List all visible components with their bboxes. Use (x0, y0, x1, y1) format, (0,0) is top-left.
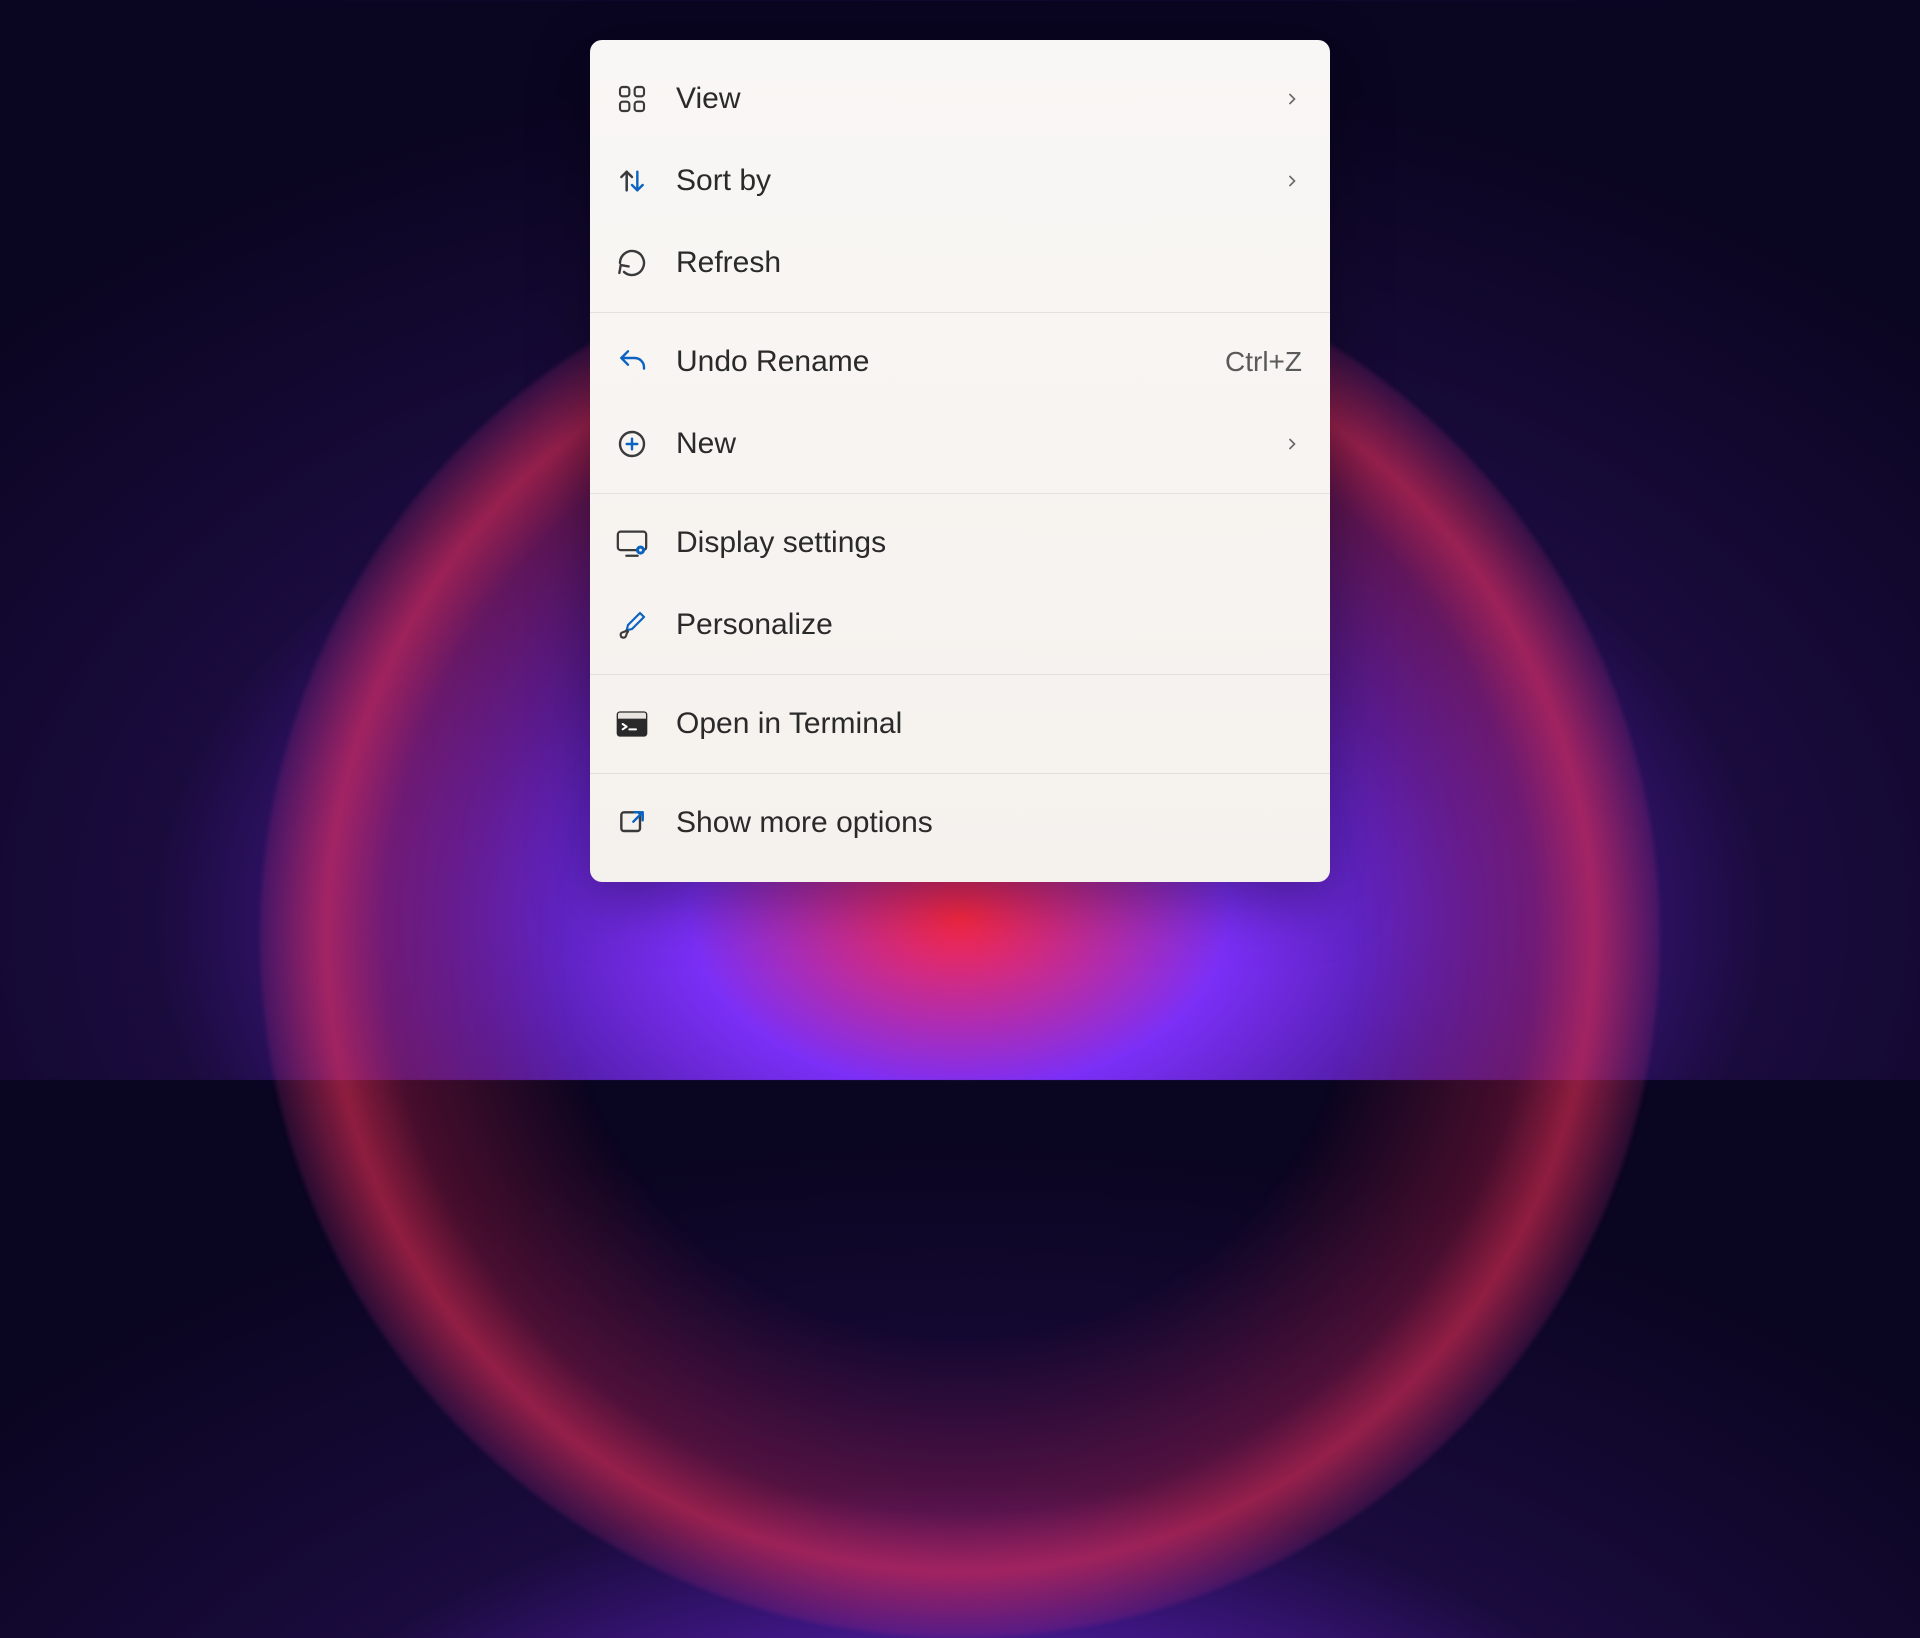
menu-item-label: Refresh (676, 246, 1302, 280)
menu-item-sort-by[interactable]: Sort by (590, 140, 1330, 222)
menu-item-new[interactable]: New (590, 403, 1330, 485)
menu-item-label: View (676, 82, 1256, 116)
menu-item-display-settings[interactable]: Display settings (590, 502, 1330, 584)
menu-item-label: Undo Rename (676, 345, 1199, 379)
view-grid-icon (614, 81, 650, 117)
menu-group: Display settings Personalize (590, 494, 1330, 675)
menu-group: View Sort by (590, 50, 1330, 313)
menu-item-label: Sort by (676, 164, 1256, 198)
menu-item-open-terminal[interactable]: Open in Terminal (590, 683, 1330, 765)
menu-item-view[interactable]: View (590, 58, 1330, 140)
sort-icon (614, 163, 650, 199)
paintbrush-icon (614, 607, 650, 643)
menu-item-label: Open in Terminal (676, 707, 1302, 741)
refresh-icon (614, 245, 650, 281)
chevron-right-icon (1282, 434, 1302, 454)
desktop-context-menu: View Sort by (590, 40, 1330, 882)
display-settings-icon (614, 525, 650, 561)
show-more-icon (614, 805, 650, 841)
terminal-icon (614, 706, 650, 742)
menu-item-label: Personalize (676, 608, 1302, 642)
menu-item-label: Show more options (676, 806, 1302, 840)
chevron-right-icon (1282, 171, 1302, 191)
menu-item-label: New (676, 427, 1256, 461)
menu-item-show-more-options[interactable]: Show more options (590, 782, 1330, 864)
undo-icon (614, 344, 650, 380)
menu-item-personalize[interactable]: Personalize (590, 584, 1330, 666)
menu-group: Show more options (590, 774, 1330, 872)
menu-item-undo-rename[interactable]: Undo Rename Ctrl+Z (590, 321, 1330, 403)
menu-item-label: Display settings (676, 526, 1302, 560)
menu-item-refresh[interactable]: Refresh (590, 222, 1330, 304)
menu-group: Open in Terminal (590, 675, 1330, 774)
plus-circle-icon (614, 426, 650, 462)
menu-group: Undo Rename Ctrl+Z New (590, 313, 1330, 494)
chevron-right-icon (1282, 89, 1302, 109)
menu-item-shortcut: Ctrl+Z (1225, 346, 1302, 378)
